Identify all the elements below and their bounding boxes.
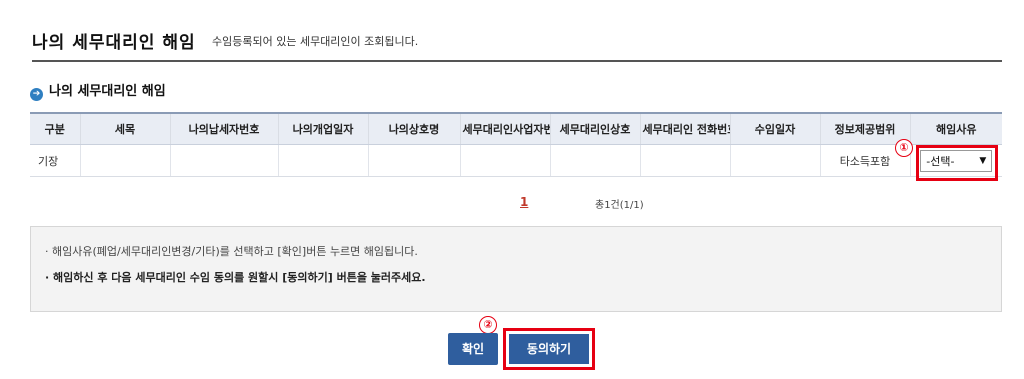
col-header: 나의납세자번호 <box>169 112 278 145</box>
table-cell <box>549 144 640 177</box>
table-cell <box>367 144 460 177</box>
col-header: 나의개업일자 <box>277 112 368 145</box>
col-header: 세무대리인사업자번호 <box>459 112 550 145</box>
col-header: 세무대리인상호 <box>549 112 640 145</box>
step-marker-2: ② <box>479 316 497 334</box>
col-header: 세무대리인 전화번호 <box>639 112 730 145</box>
arrow-bullet-icon: ➔ <box>30 88 43 101</box>
col-header: 수임일자 <box>729 112 820 145</box>
section-title: ➔ 나의 세무대리인 해임 <box>30 80 166 101</box>
agree-button-highlight: 동의하기 <box>503 328 595 370</box>
page-header: 나의 세무대리인 해임 수임등록되어 있는 세무대리인이 조회됩니다. <box>32 24 1002 62</box>
section-title-label: 나의 세무대리인 해임 <box>49 84 166 99</box>
col-header: 세목 <box>79 112 170 145</box>
notice-line-1: · 해임사유(폐업/세무대리인변경/기타)를 선택하고 [확인]버튼 누르면 해… <box>45 245 418 258</box>
agree-button[interactable]: 동의하기 <box>509 334 589 364</box>
notice-box: · 해임사유(폐업/세무대리인변경/기타)를 선택하고 [확인]버튼 누르면 해… <box>30 226 1002 312</box>
page-subtitle: 수임등록되어 있는 세무대리인이 조회됩니다. <box>212 35 419 48</box>
agent-table: 구분 세목 나의납세자번호 나의개업일자 나의상호명 세무대리인사업자번호 세무… <box>30 112 1002 177</box>
step-marker-1: ① <box>895 139 913 157</box>
confirm-button[interactable]: 확인 <box>448 333 498 365</box>
col-header: 나의상호명 <box>367 112 460 145</box>
table-cell <box>79 144 170 177</box>
page-title: 나의 세무대리인 해임 <box>32 33 196 53</box>
total-count: 총1건(1/1) <box>595 200 644 211</box>
col-header: 정보제공범위 <box>819 112 910 145</box>
highlight-box-select <box>916 145 998 181</box>
page-number-link[interactable]: 1 <box>520 195 528 209</box>
table-cell <box>729 144 820 177</box>
table-row: 기장 타소득포함 -선택- ▼ <box>30 144 1002 177</box>
table-cell <box>277 144 368 177</box>
table-header-row: 구분 세목 나의납세자번호 나의개업일자 나의상호명 세무대리인사업자번호 세무… <box>30 112 1002 145</box>
col-header: 해임사유 <box>909 112 1002 145</box>
table-cell: 기장 <box>30 144 80 177</box>
col-header: 구분 <box>30 112 80 145</box>
table-cell <box>639 144 730 177</box>
notice-line-2: · 해임하신 후 다음 세무대리인 수임 동의를 원할시 [동의하기] 버튼을 … <box>45 271 426 284</box>
table-cell <box>169 144 278 177</box>
table-cell <box>459 144 550 177</box>
